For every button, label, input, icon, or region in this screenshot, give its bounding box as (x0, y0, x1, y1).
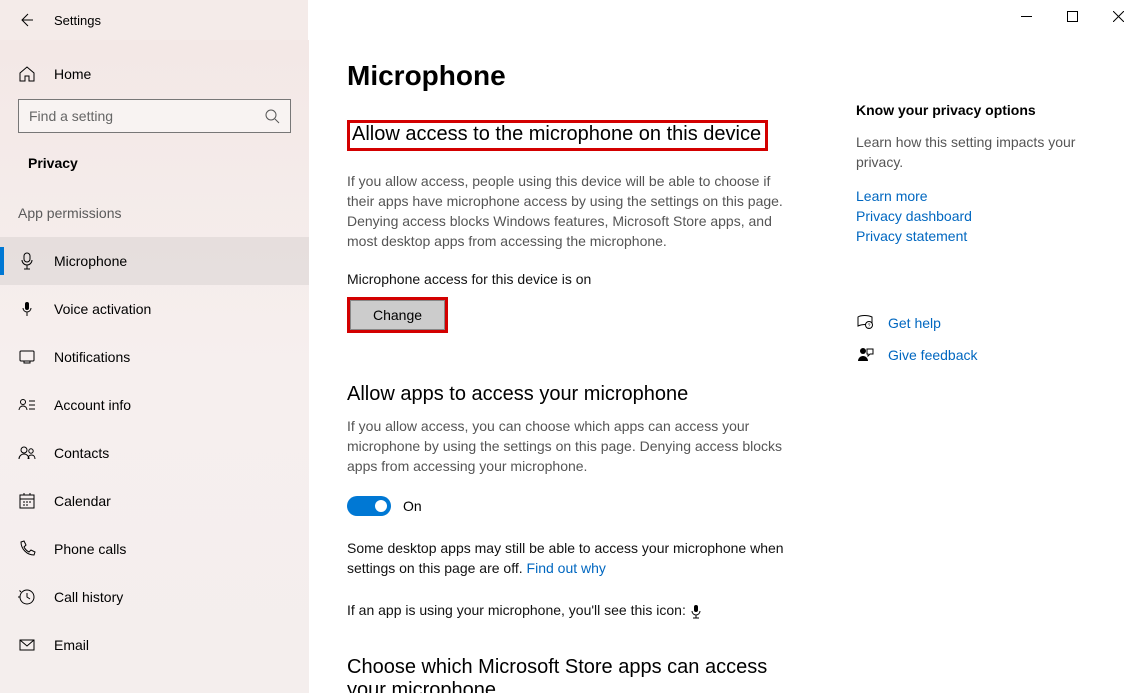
side-info: Know your privacy options Learn how this… (856, 60, 1116, 693)
sidebar-item-label: Calendar (54, 493, 111, 509)
note-text: If an app is using your microphone, you'… (347, 602, 690, 618)
account-icon (18, 396, 36, 414)
search-icon (264, 108, 280, 124)
window-title: Settings (54, 13, 101, 28)
privacy-statement-link[interactable]: Privacy statement (856, 228, 1106, 244)
voice-icon (18, 300, 36, 318)
find-out-why-link[interactable]: Find out why (527, 560, 606, 576)
maximize-button[interactable] (1049, 0, 1095, 32)
history-icon (18, 588, 36, 606)
sidebar-item-label: Call history (54, 589, 123, 605)
contacts-icon (18, 444, 36, 462)
section-desc: If you allow access, people using this d… (347, 171, 787, 251)
get-help-link[interactable]: Get help (888, 315, 941, 331)
give-feedback-row[interactable]: Give feedback (856, 346, 1106, 364)
titlebar: Settings (0, 0, 1141, 40)
sidebar-item-call-history[interactable]: Call history (0, 573, 309, 621)
sidebar-item-notifications[interactable]: Notifications (0, 333, 309, 381)
page-title: Microphone (347, 60, 792, 92)
sidebar-item-label: Notifications (54, 349, 130, 365)
feedback-icon (856, 346, 874, 364)
sidebar-item-calendar[interactable]: Calendar (0, 477, 309, 525)
change-button[interactable]: Change (350, 300, 445, 330)
sidebar-item-label: Email (54, 637, 89, 653)
sidebar-item-label: Microphone (54, 253, 127, 269)
sidebar-item-label: Contacts (54, 445, 109, 461)
microphone-indicator-icon (690, 604, 702, 618)
sidebar: Home Privacy App permissions Microphone … (0, 40, 309, 693)
info-desc: Learn how this setting impacts your priv… (856, 132, 1106, 172)
sidebar-home[interactable]: Home (0, 60, 309, 99)
sidebar-category: Privacy (0, 151, 309, 201)
minimize-button[interactable] (1003, 0, 1049, 32)
sidebar-item-email[interactable]: Email (0, 621, 309, 669)
toggle-label: On (403, 498, 422, 514)
give-feedback-link[interactable]: Give feedback (888, 347, 978, 363)
learn-more-link[interactable]: Learn more (856, 188, 1106, 204)
phone-icon (18, 540, 36, 558)
microphone-icon (18, 252, 36, 270)
svg-text:?: ? (868, 324, 871, 330)
sidebar-item-label: Account info (54, 397, 131, 413)
sidebar-item-label: Phone calls (54, 541, 126, 557)
sidebar-item-account-info[interactable]: Account info (0, 381, 309, 429)
info-heading: Know your privacy options (856, 102, 1106, 118)
sidebar-item-voice-activation[interactable]: Voice activation (0, 285, 309, 333)
sidebar-subhead: App permissions (0, 201, 309, 237)
notifications-icon (18, 348, 36, 366)
desktop-apps-note: Some desktop apps may still be able to a… (347, 538, 792, 578)
privacy-dashboard-link[interactable]: Privacy dashboard (856, 208, 1106, 224)
section-heading-store-apps: Choose which Microsoft Store apps can ac… (347, 656, 792, 693)
section-heading-device-access: Allow access to the microphone on this d… (347, 120, 768, 151)
sidebar-item-microphone[interactable]: Microphone (0, 237, 309, 285)
home-icon (18, 65, 36, 83)
device-access-status: Microphone access for this device is on (347, 271, 792, 287)
search-input[interactable] (29, 108, 264, 124)
section-heading-apps-access: Allow apps to access your microphone (347, 383, 792, 406)
back-button[interactable] (18, 12, 34, 28)
apps-access-toggle[interactable] (347, 496, 391, 516)
mic-in-use-note: If an app is using your microphone, you'… (347, 600, 792, 620)
sidebar-item-contacts[interactable]: Contacts (0, 429, 309, 477)
close-button[interactable] (1095, 0, 1141, 32)
sidebar-home-label: Home (54, 66, 91, 82)
section-desc: If you allow access, you can choose whic… (347, 416, 787, 476)
sidebar-item-label: Voice activation (54, 301, 151, 317)
get-help-row[interactable]: ? Get help (856, 314, 1106, 332)
main-content: Microphone Allow access to the microphon… (347, 60, 792, 693)
email-icon (18, 636, 36, 654)
help-icon: ? (856, 314, 874, 332)
sidebar-item-phone-calls[interactable]: Phone calls (0, 525, 309, 573)
search-box[interactable] (18, 99, 291, 133)
calendar-icon (18, 492, 36, 510)
